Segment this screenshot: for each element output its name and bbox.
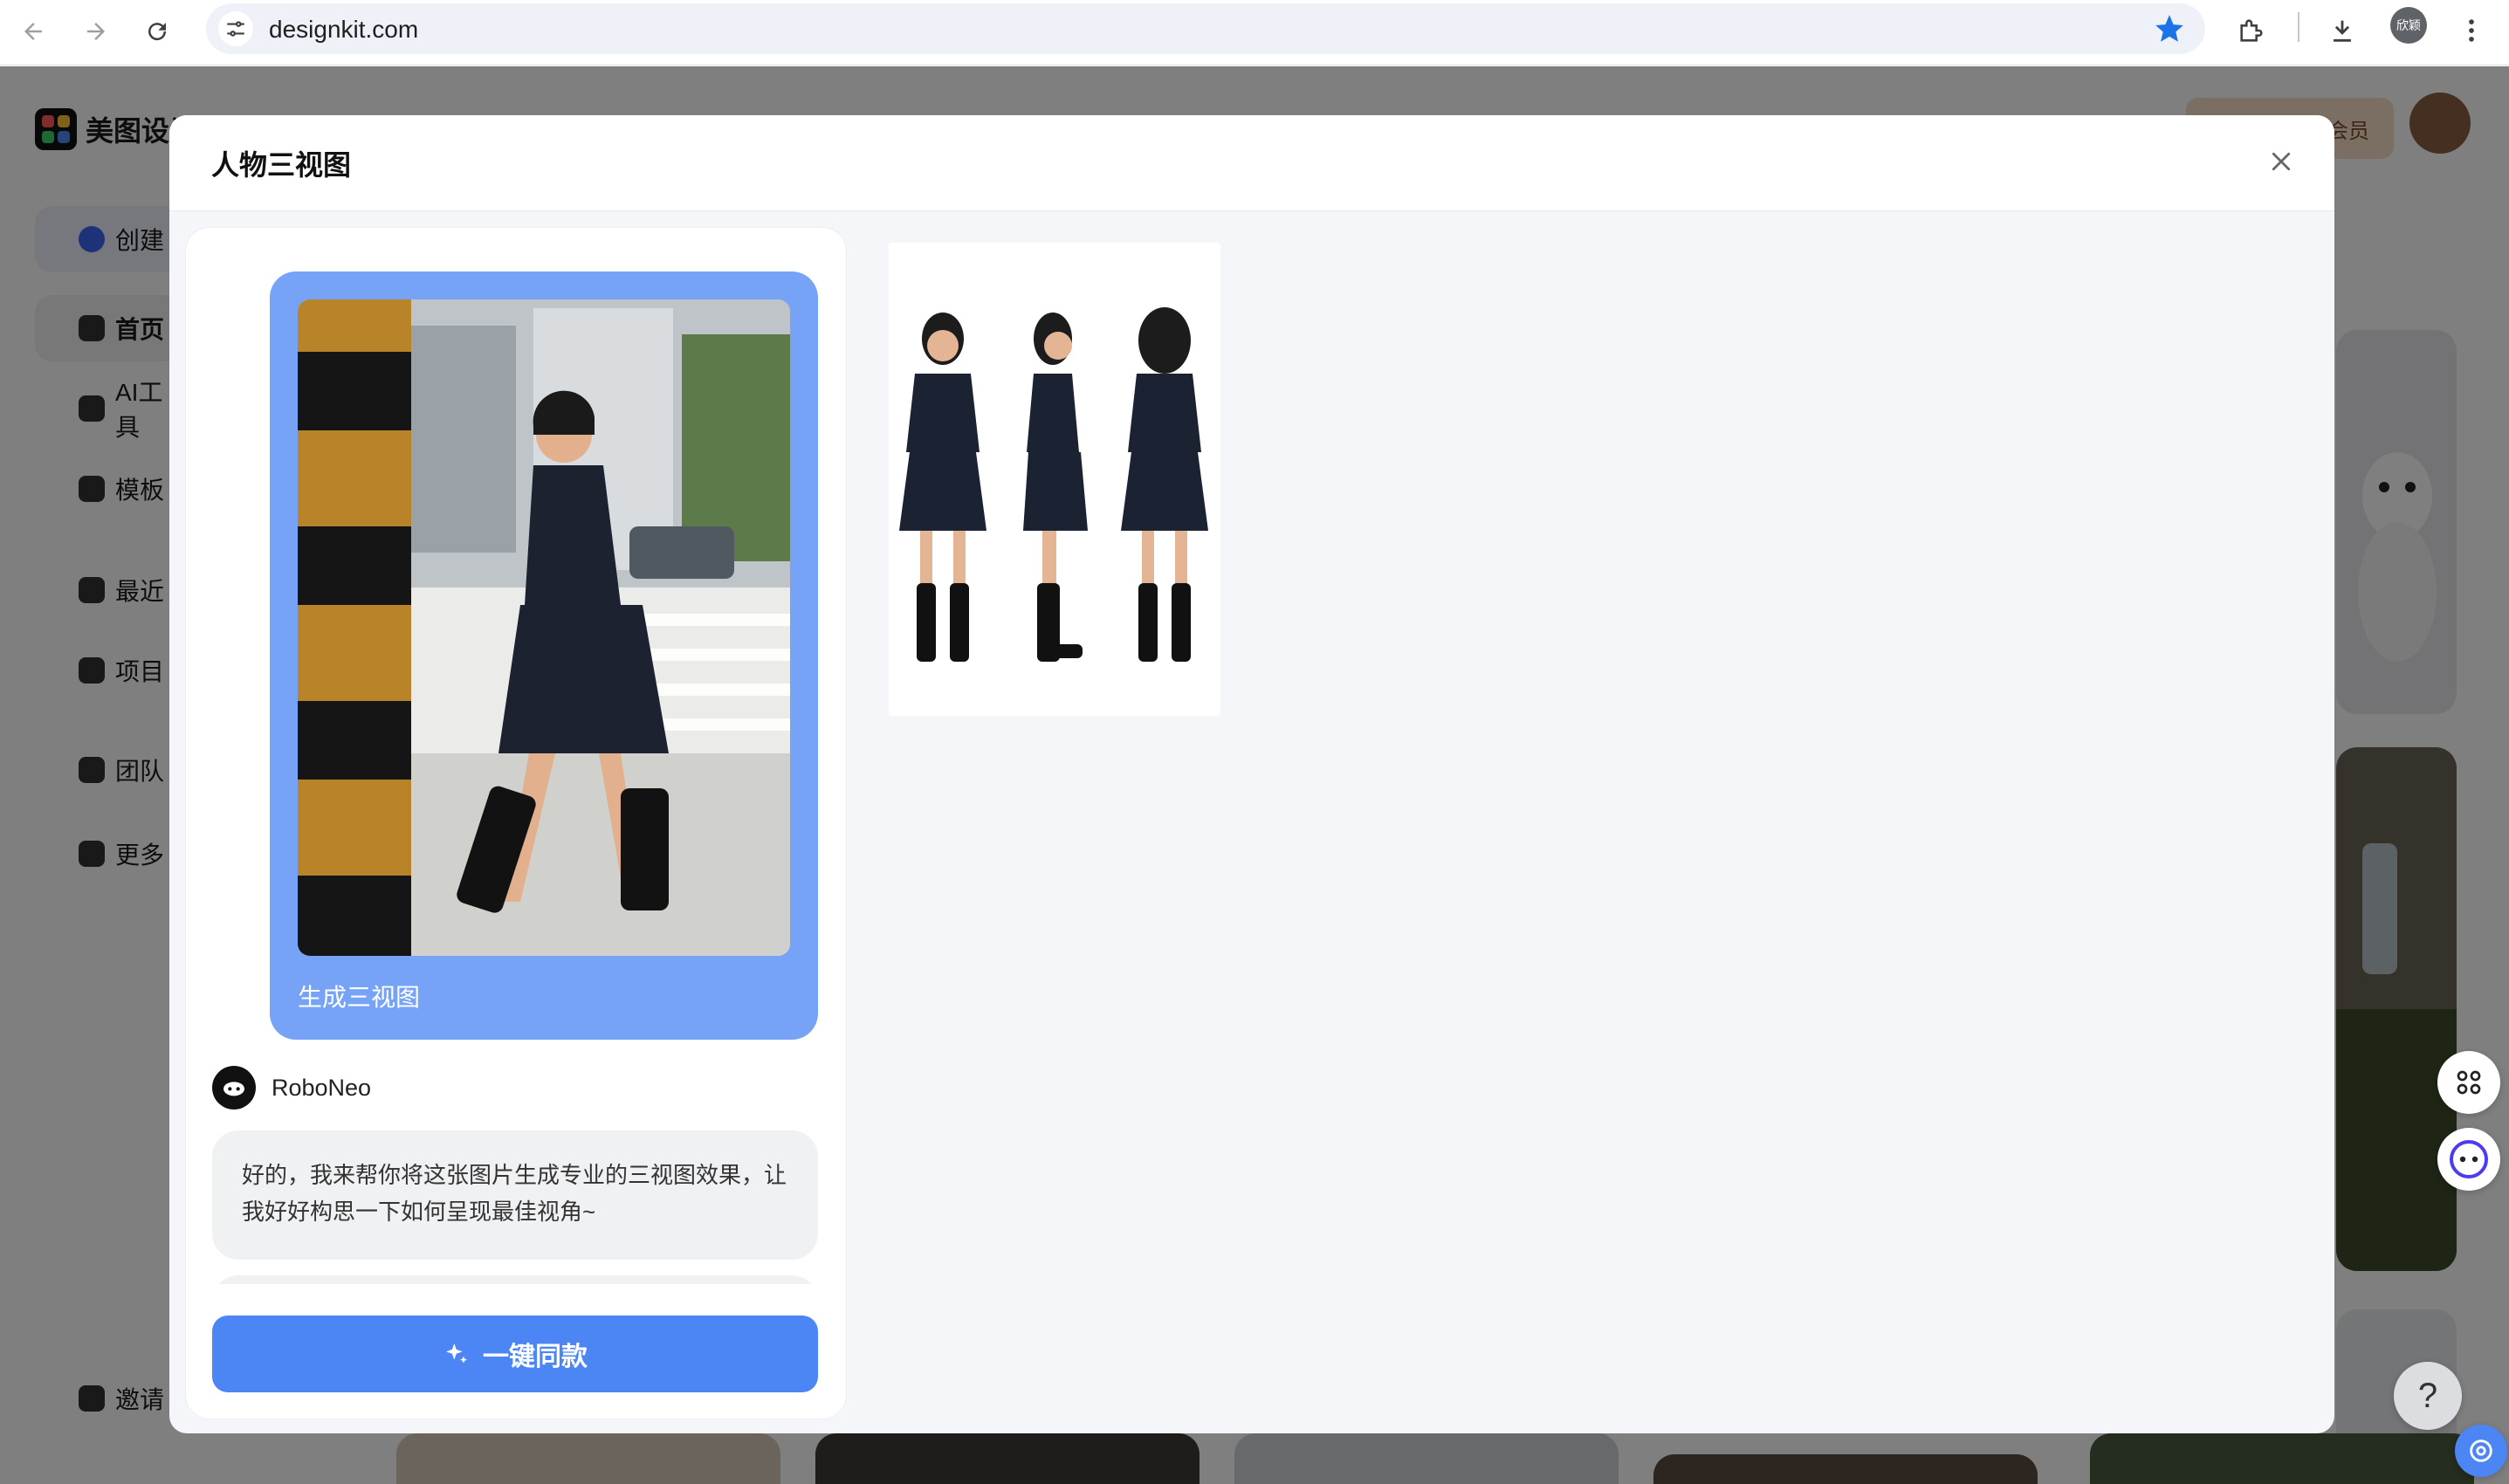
- profile-avatar[interactable]: 欣颖: [2390, 7, 2427, 44]
- reload-icon[interactable]: [138, 12, 176, 51]
- user-prompt-card: 生成三视图: [270, 271, 818, 1040]
- robot-face-icon: [2450, 1140, 2488, 1178]
- grid-shortcut-button[interactable]: [2437, 1051, 2500, 1114]
- sparkle-icon: [446, 1343, 467, 1364]
- spiral-icon: [2470, 1439, 2492, 1462]
- cta-label: 一键同款: [483, 1343, 588, 1371]
- forward-icon[interactable]: [77, 12, 115, 51]
- bookmark-star-icon[interactable]: [2153, 12, 2186, 45]
- more-vert-icon[interactable]: [2451, 10, 2492, 51]
- help-button[interactable]: ?: [2394, 1362, 2462, 1430]
- three-view-modal: 人物三视图 生成三视图 RoboNeo 好的，我来帮你将这张图片生成专业的三视图…: [169, 115, 2334, 1433]
- source-photo[interactable]: [298, 299, 790, 956]
- bot-header: RoboNeo: [212, 1066, 371, 1110]
- use-same-style-button[interactable]: 一键同款: [212, 1316, 818, 1392]
- modal-title: 人物三视图: [211, 149, 352, 181]
- feedback-button[interactable]: [2455, 1425, 2507, 1477]
- browser-toolbar: designkit.com 欣颖: [0, 0, 2509, 65]
- assistant-button[interactable]: [2437, 1128, 2500, 1191]
- bot-message: 好的，我来帮你将这张图片生成专业的三视图效果，让我好好构思一下如何呈现最佳视角~: [212, 1130, 818, 1260]
- prompt-text: 生成三视图: [298, 984, 421, 1011]
- close-icon: [2272, 152, 2291, 171]
- three-view-result-image[interactable]: [889, 243, 1220, 716]
- modal-header: 人物三视图: [169, 115, 2334, 211]
- extensions-icon[interactable]: [2231, 10, 2272, 51]
- download-icon[interactable]: [2322, 10, 2362, 51]
- roboneo-avatar-icon: [212, 1066, 256, 1110]
- chat-panel: 生成三视图 RoboNeo 好的，我来帮你将这张图片生成专业的三视图效果，让我好…: [185, 227, 847, 1419]
- site-settings-icon[interactable]: [218, 11, 253, 46]
- grid-icon: [2457, 1070, 2481, 1095]
- toolbar-divider: [2298, 12, 2299, 42]
- bot-name: RoboNeo: [272, 1074, 372, 1101]
- back-icon[interactable]: [14, 12, 52, 51]
- close-button[interactable]: [2259, 140, 2303, 183]
- address-bar[interactable]: designkit.com: [206, 3, 2205, 54]
- url-text[interactable]: designkit.com: [269, 16, 418, 44]
